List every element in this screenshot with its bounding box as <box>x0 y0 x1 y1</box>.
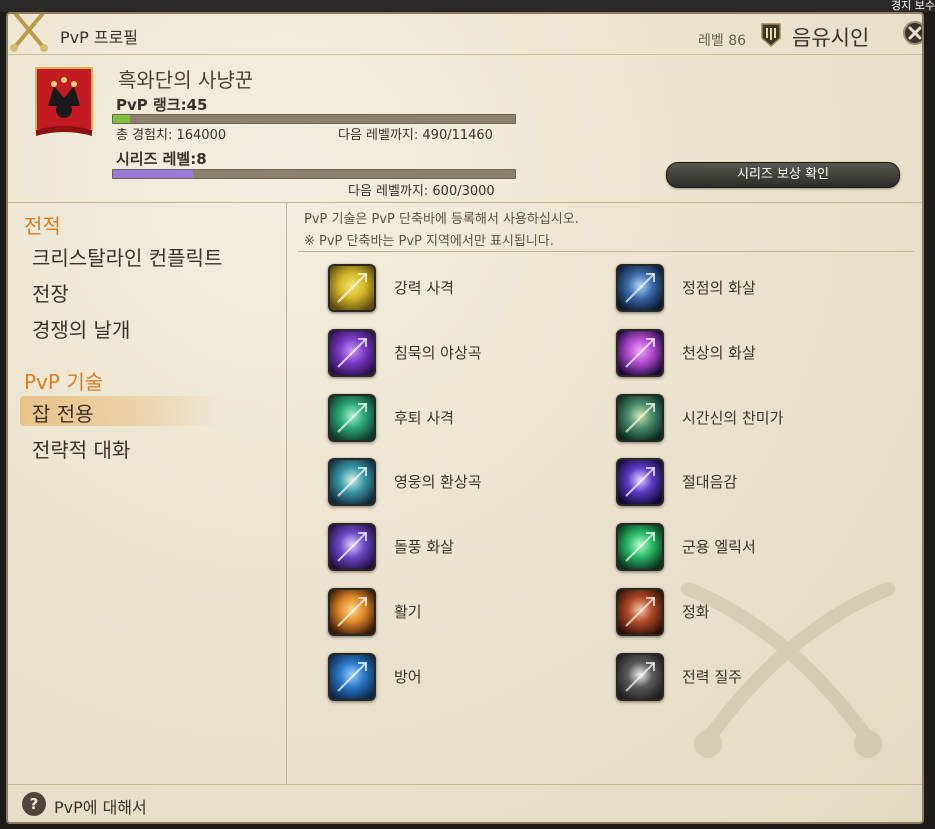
power-shot-icon[interactable] <box>328 264 376 312</box>
record-section-header: 전적 <box>24 214 61 238</box>
silent-nocturne-icon[interactable] <box>328 328 376 377</box>
skill-right-1[interactable]: 정점의 화살 <box>616 264 876 314</box>
skill-right-7[interactable]: 전력 질주 <box>616 652 876 703</box>
skill-left-1[interactable]: 강력 사격 <box>328 264 588 314</box>
header-divider <box>8 202 922 203</box>
skill-left-6[interactable]: 활기 <box>328 588 588 638</box>
skill-note-1: PvP 기술은 PvP 단축바에 등록해서 사용하십시오. <box>304 212 579 227</box>
pvp-rank: PvP 랭크:45 <box>116 94 207 115</box>
rank-title: 흑와단의 사냥꾼 <box>118 68 254 92</box>
heroes-fantasia-icon[interactable] <box>328 458 376 507</box>
skill-left-3[interactable]: 후퇴 사격 <box>328 393 588 444</box>
skill-left-5[interactable]: 돌풍 화살 <box>328 523 588 573</box>
pvp-rank-value: 45 <box>186 96 208 114</box>
sidebar-item-battlefield[interactable]: 전장 <box>32 278 69 307</box>
skill-left-4[interactable]: 영웅의 환상곡 <box>328 458 588 508</box>
rank-progress-bar <box>112 114 516 124</box>
background-strip: 경지 보수 <box>0 0 935 12</box>
window-title: PvP 프로필 <box>60 28 139 47</box>
sidebar-divider <box>286 202 287 784</box>
job-name: 음유시인 <box>792 26 870 50</box>
apex-arrow-icon[interactable] <box>616 264 664 312</box>
skill-label: 후퇴 사격 <box>394 408 454 427</box>
skill-left-7[interactable]: 방어 <box>328 652 588 703</box>
skill-label: 활기 <box>394 603 422 621</box>
skill-label: 군용 엘릭서 <box>682 538 756 557</box>
rank-emblem-icon <box>35 67 93 136</box>
note-divider <box>298 251 914 252</box>
pvp-skill-section-header: PvP 기술 <box>24 370 104 394</box>
skill-label: 정점의 화살 <box>682 279 756 297</box>
footer-divider <box>8 784 922 785</box>
sidebar-item-crystalline-conflict[interactable]: 크리스탈라인 컨플릭트 <box>32 242 222 271</box>
skill-label: 영웅의 환상곡 <box>394 473 482 492</box>
sprint-icon[interactable] <box>616 652 664 701</box>
series-level: 시리즈 레벨:8 <box>116 148 207 169</box>
title-bar[interactable]: PvP 프로필 레벨 86 음유시인 <box>8 14 922 55</box>
standard-elixir-icon[interactable] <box>616 523 664 572</box>
sidebar-item-job-specific[interactable]: 잡 전용 <box>32 398 94 427</box>
series-level-value: 8 <box>196 150 207 168</box>
skill-right-2[interactable]: 천상의 화살 <box>616 328 876 379</box>
bard-job-icon <box>761 23 781 48</box>
level-label: 레벨 86 <box>698 33 747 49</box>
total-exp: 총 경험치: 164000 <box>116 128 227 143</box>
pvp-rank-label: PvP 랭크: <box>116 96 187 114</box>
skill-right-5[interactable]: 군용 엘릭서 <box>616 523 876 573</box>
skill-label: 시간신의 찬미가 <box>682 408 784 427</box>
sidebar-item-wings-of-competition[interactable]: 경쟁의 날개 <box>32 314 130 343</box>
skill-right-3[interactable]: 시간신의 찬미가 <box>616 393 876 444</box>
skill-label: 절대음감 <box>682 473 738 492</box>
pitch-perfect-icon[interactable] <box>616 458 664 507</box>
series-reward-button[interactable]: 시리즈 보상 확인 <box>666 162 900 188</box>
crossed-swords-icon <box>10 14 48 52</box>
purify-icon[interactable] <box>616 588 664 636</box>
skill-label: 천상의 화살 <box>682 343 756 362</box>
guard-icon[interactable] <box>328 652 376 701</box>
the-wardens-paean-icon[interactable] <box>616 393 664 442</box>
background-corner-text: 경지 보수 <box>891 0 935 12</box>
sidebar-item-strategic-dialogue[interactable]: 전략적 대화 <box>32 434 130 463</box>
skill-right-4[interactable]: 절대음감 <box>616 458 876 508</box>
series-next-level: 다음 레벨까지: 600/3000 <box>348 184 495 199</box>
close-icon[interactable] <box>902 20 924 46</box>
repelling-shot-icon[interactable] <box>328 393 376 442</box>
skill-label: 정화 <box>682 603 710 621</box>
recuperate-icon[interactable] <box>328 588 376 636</box>
blast-arrow-icon[interactable] <box>328 523 376 572</box>
help-icon[interactable]: ? <box>22 792 46 816</box>
skill-label: 방어 <box>394 667 422 686</box>
skill-note-2: ※ PvP 단축바는 PvP 지역에서만 표시됩니다. <box>304 234 554 249</box>
skill-label: 돌풍 화살 <box>394 538 454 557</box>
series-progress-fill <box>113 170 194 178</box>
rank-progress-fill <box>113 115 131 123</box>
pvp-profile-window: PvP 프로필 레벨 86 음유시인 흑와단의 사냥꾼 PvP 랭크:45 총 … <box>6 12 924 824</box>
skill-right-6[interactable]: 정화 <box>616 588 876 638</box>
empyreal-arrow-icon[interactable] <box>616 328 664 377</box>
series-level-label: 시리즈 레벨: <box>116 150 197 168</box>
skill-left-2[interactable]: 침묵의 야상곡 <box>328 328 588 379</box>
about-pvp-link[interactable]: PvP에 대해서 <box>54 794 147 818</box>
skill-label: 침묵의 야상곡 <box>394 343 482 362</box>
next-level-exp: 다음 레벨까지: 490/11460 <box>338 128 493 143</box>
series-progress-bar <box>112 169 516 179</box>
skill-label: 강력 사격 <box>394 279 454 297</box>
skill-label: 전력 질주 <box>682 667 742 686</box>
